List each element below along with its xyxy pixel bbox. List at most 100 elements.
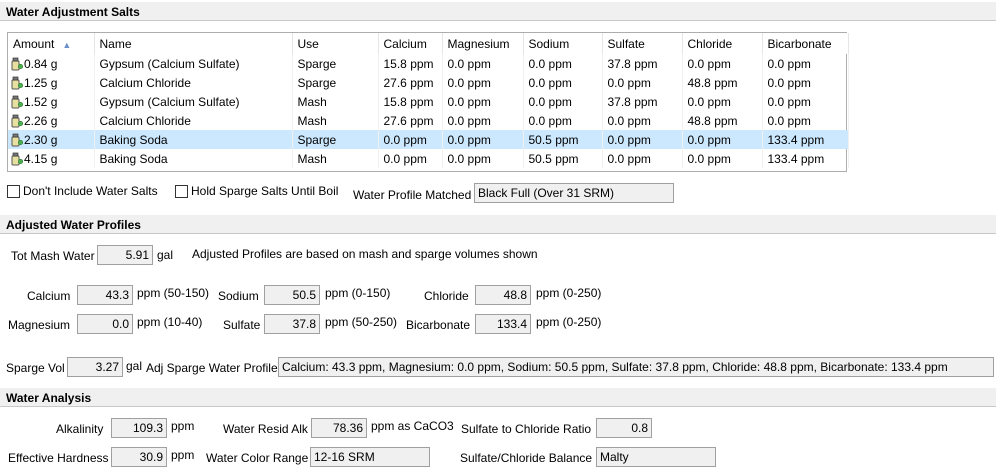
column-header-name[interactable]: Name — [94, 33, 293, 54]
hardness-field: 30.9 — [111, 447, 167, 467]
salt-cell-name: Gypsum (Calcium Sulfate) — [94, 54, 293, 73]
salt-cell-chloride: 48.8 ppm — [682, 111, 763, 130]
sparge-vol-label: Sparge Vol — [6, 361, 65, 375]
salt-cell-calcium: 15.8 ppm — [378, 54, 443, 73]
salt-cell-text: Calcium Chloride — [99, 113, 191, 128]
salt-cell-text: Sparge — [297, 75, 337, 90]
salt-cell-magnesium: 0.0 ppm — [442, 130, 524, 149]
salt-row[interactable]: 4.15 g Baking Soda Mash 0.0 ppm 0.0 ppm 50.5 … — [8, 149, 849, 168]
sort-ascending-icon: ▲ — [62, 39, 72, 50]
column-header-label: Sodium — [528, 36, 570, 51]
salt-cell-text: 0.0 ppm — [528, 94, 572, 109]
salt-cell-text: Calcium Chloride — [99, 75, 191, 90]
salt-cell-text: 0.0 ppm — [607, 75, 651, 90]
salt-cell-text: 0.0 ppm — [687, 132, 731, 147]
grid-header-row: Amount ▲ Name Use Calcium Magnesium Sodium Sulf… — [8, 33, 849, 54]
magnesium-range: ppm (10-40) — [137, 315, 203, 329]
dont-include-salts-label: Don't Include Water Salts — [23, 184, 158, 198]
salt-cell-text: 0.0 ppm — [607, 113, 651, 128]
salt-cell-sulfate: 0.0 ppm — [602, 73, 683, 92]
salt-cell-chloride: 0.0 ppm — [682, 54, 763, 73]
salt-row[interactable]: 2.30 g Baking Soda Sparge 0.0 ppm 0.0 ppm 50.… — [8, 130, 849, 149]
salt-cell-bicarbonate: 0.0 ppm — [762, 73, 849, 92]
salt-cell-sodium: 0.0 ppm — [523, 111, 603, 130]
hold-sparge-salts-box[interactable] — [175, 184, 188, 198]
column-header-label: Magnesium — [447, 36, 510, 51]
salt-cell-bicarbonate: 133.4 ppm — [762, 149, 849, 168]
salt-cell-text: 37.8 ppm — [607, 56, 658, 71]
hardness-label: Effective Hardness — [8, 451, 109, 465]
profile-matched-field: Black Full (Over 31 SRM) — [474, 183, 674, 203]
dont-include-salts-box[interactable] — [7, 184, 20, 198]
salt-cell-text: 0.0 ppm — [447, 151, 491, 166]
salt-cell-chloride: 48.8 ppm — [682, 73, 763, 92]
salt-cell-text: 48.8 ppm — [687, 75, 738, 90]
analysis-section-header: Water Analysis — [0, 388, 996, 407]
salt-cell-text: 0.0 ppm — [528, 75, 572, 90]
salt-cell-text: 50.5 ppm — [528, 132, 579, 147]
ratio-field: 0.8 — [596, 418, 652, 438]
adjusted-section-title: Adjusted Water Profiles — [6, 218, 141, 232]
hardness-unit: ppm — [171, 448, 195, 462]
salt-cell-text: 37.8 ppm — [607, 94, 658, 109]
salt-cell-calcium: 27.6 ppm — [378, 73, 443, 92]
salt-cell-text: 0.0 ppm — [687, 56, 731, 71]
hold-sparge-salts-checkbox[interactable]: Hold Sparge Salts Until Boil — [175, 184, 338, 198]
calcium-label: Calcium — [27, 289, 71, 303]
salt-cell-text: 2.30 g — [24, 132, 58, 147]
salt-cell-text: 0.0 ppm — [767, 75, 811, 90]
salt-cell-bicarbonate: 0.0 ppm — [762, 111, 849, 130]
salt-cell-calcium: 0.0 ppm — [378, 130, 443, 149]
resid-alk-label: Water Resid Alk — [223, 422, 308, 436]
salt-row[interactable]: 2.26 g Calcium Chloride Mash 27.6 ppm 0.0 pp… — [8, 111, 849, 130]
salt-cell-magnesium: 0.0 ppm — [442, 73, 524, 92]
salt-cell-text: 0.0 ppm — [528, 56, 572, 71]
column-header-sodium[interactable]: Sodium — [523, 33, 603, 54]
column-header-label: Use — [297, 36, 319, 51]
salt-row[interactable]: 1.25 g Calcium Chloride Sparge 27.6 ppm 0.0 … — [8, 73, 849, 92]
salt-cell-text: Gypsum (Calcium Sulfate) — [99, 94, 240, 109]
salt-cell-text: 0.0 ppm — [447, 75, 491, 90]
balance-label: Sulfate/Chloride Balance — [460, 451, 593, 465]
chloride-label: Chloride — [424, 289, 469, 303]
chloride-field: 48.8 — [475, 285, 531, 305]
salt-cell-bicarbonate: 0.0 ppm — [762, 92, 849, 111]
salt-cell-use: Sparge — [292, 130, 379, 149]
salt-cell-amount: 4.15 g — [8, 149, 95, 168]
column-header-bicarbonate[interactable]: Bicarbonate — [762, 33, 849, 54]
salt-cell-text: 133.4 ppm — [767, 151, 825, 166]
sulfate-field: 37.8 — [264, 314, 320, 334]
alkalinity-unit: ppm — [171, 419, 195, 433]
column-header-magnesium[interactable]: Magnesium — [442, 33, 524, 54]
salt-shaker-icon — [11, 95, 23, 108]
salt-shaker-icon — [11, 76, 23, 89]
adjusted-note: Adjusted Profiles are based on mash and … — [192, 247, 538, 261]
column-header-amount[interactable]: Amount ▲ — [8, 33, 95, 54]
salt-cell-sodium: 50.5 ppm — [523, 130, 603, 149]
salt-row[interactable]: 0.84 g Gypsum (Calcium Sulfate) Sparge 15.8… — [8, 54, 849, 73]
salt-cell-text: 2.26 g — [24, 113, 58, 128]
salt-shaker-icon — [11, 57, 23, 70]
dont-include-salts-checkbox[interactable]: Don't Include Water Salts — [7, 184, 158, 198]
salts-grid[interactable]: Amount ▲ Name Use Calcium Magnesium Sodium Sulf… — [7, 32, 849, 172]
salt-cell-text: 4.15 g — [24, 151, 58, 166]
salt-shaker-icon — [11, 133, 23, 146]
column-header-label: Calcium — [383, 36, 427, 51]
column-header-use[interactable]: Use — [292, 33, 379, 54]
salt-row[interactable]: 1.52 g Gypsum (Calcium Sulfate) Mash 15.8 p… — [8, 92, 849, 111]
salt-cell-use: Sparge — [292, 73, 379, 92]
column-header-calcium[interactable]: Calcium — [378, 33, 443, 54]
salt-cell-chloride: 0.0 ppm — [682, 149, 763, 168]
salt-cell-calcium: 27.6 ppm — [378, 111, 443, 130]
salt-cell-name: Calcium Chloride — [94, 111, 293, 130]
salt-cell-bicarbonate: 133.4 ppm — [762, 130, 849, 149]
salt-cell-name: Baking Soda — [94, 130, 293, 149]
sulfate-label: Sulfate — [223, 318, 261, 332]
column-header-sulfate[interactable]: Sulfate — [602, 33, 683, 54]
column-header-chloride[interactable]: Chloride — [682, 33, 763, 54]
salt-cell-sulfate: 37.8 ppm — [602, 92, 683, 111]
salt-cell-text: Mash — [297, 151, 327, 166]
salt-cell-text: 0.0 ppm — [528, 113, 572, 128]
salt-cell-text: 0.0 ppm — [607, 132, 651, 147]
salt-cell-text: 50.5 ppm — [528, 151, 579, 166]
